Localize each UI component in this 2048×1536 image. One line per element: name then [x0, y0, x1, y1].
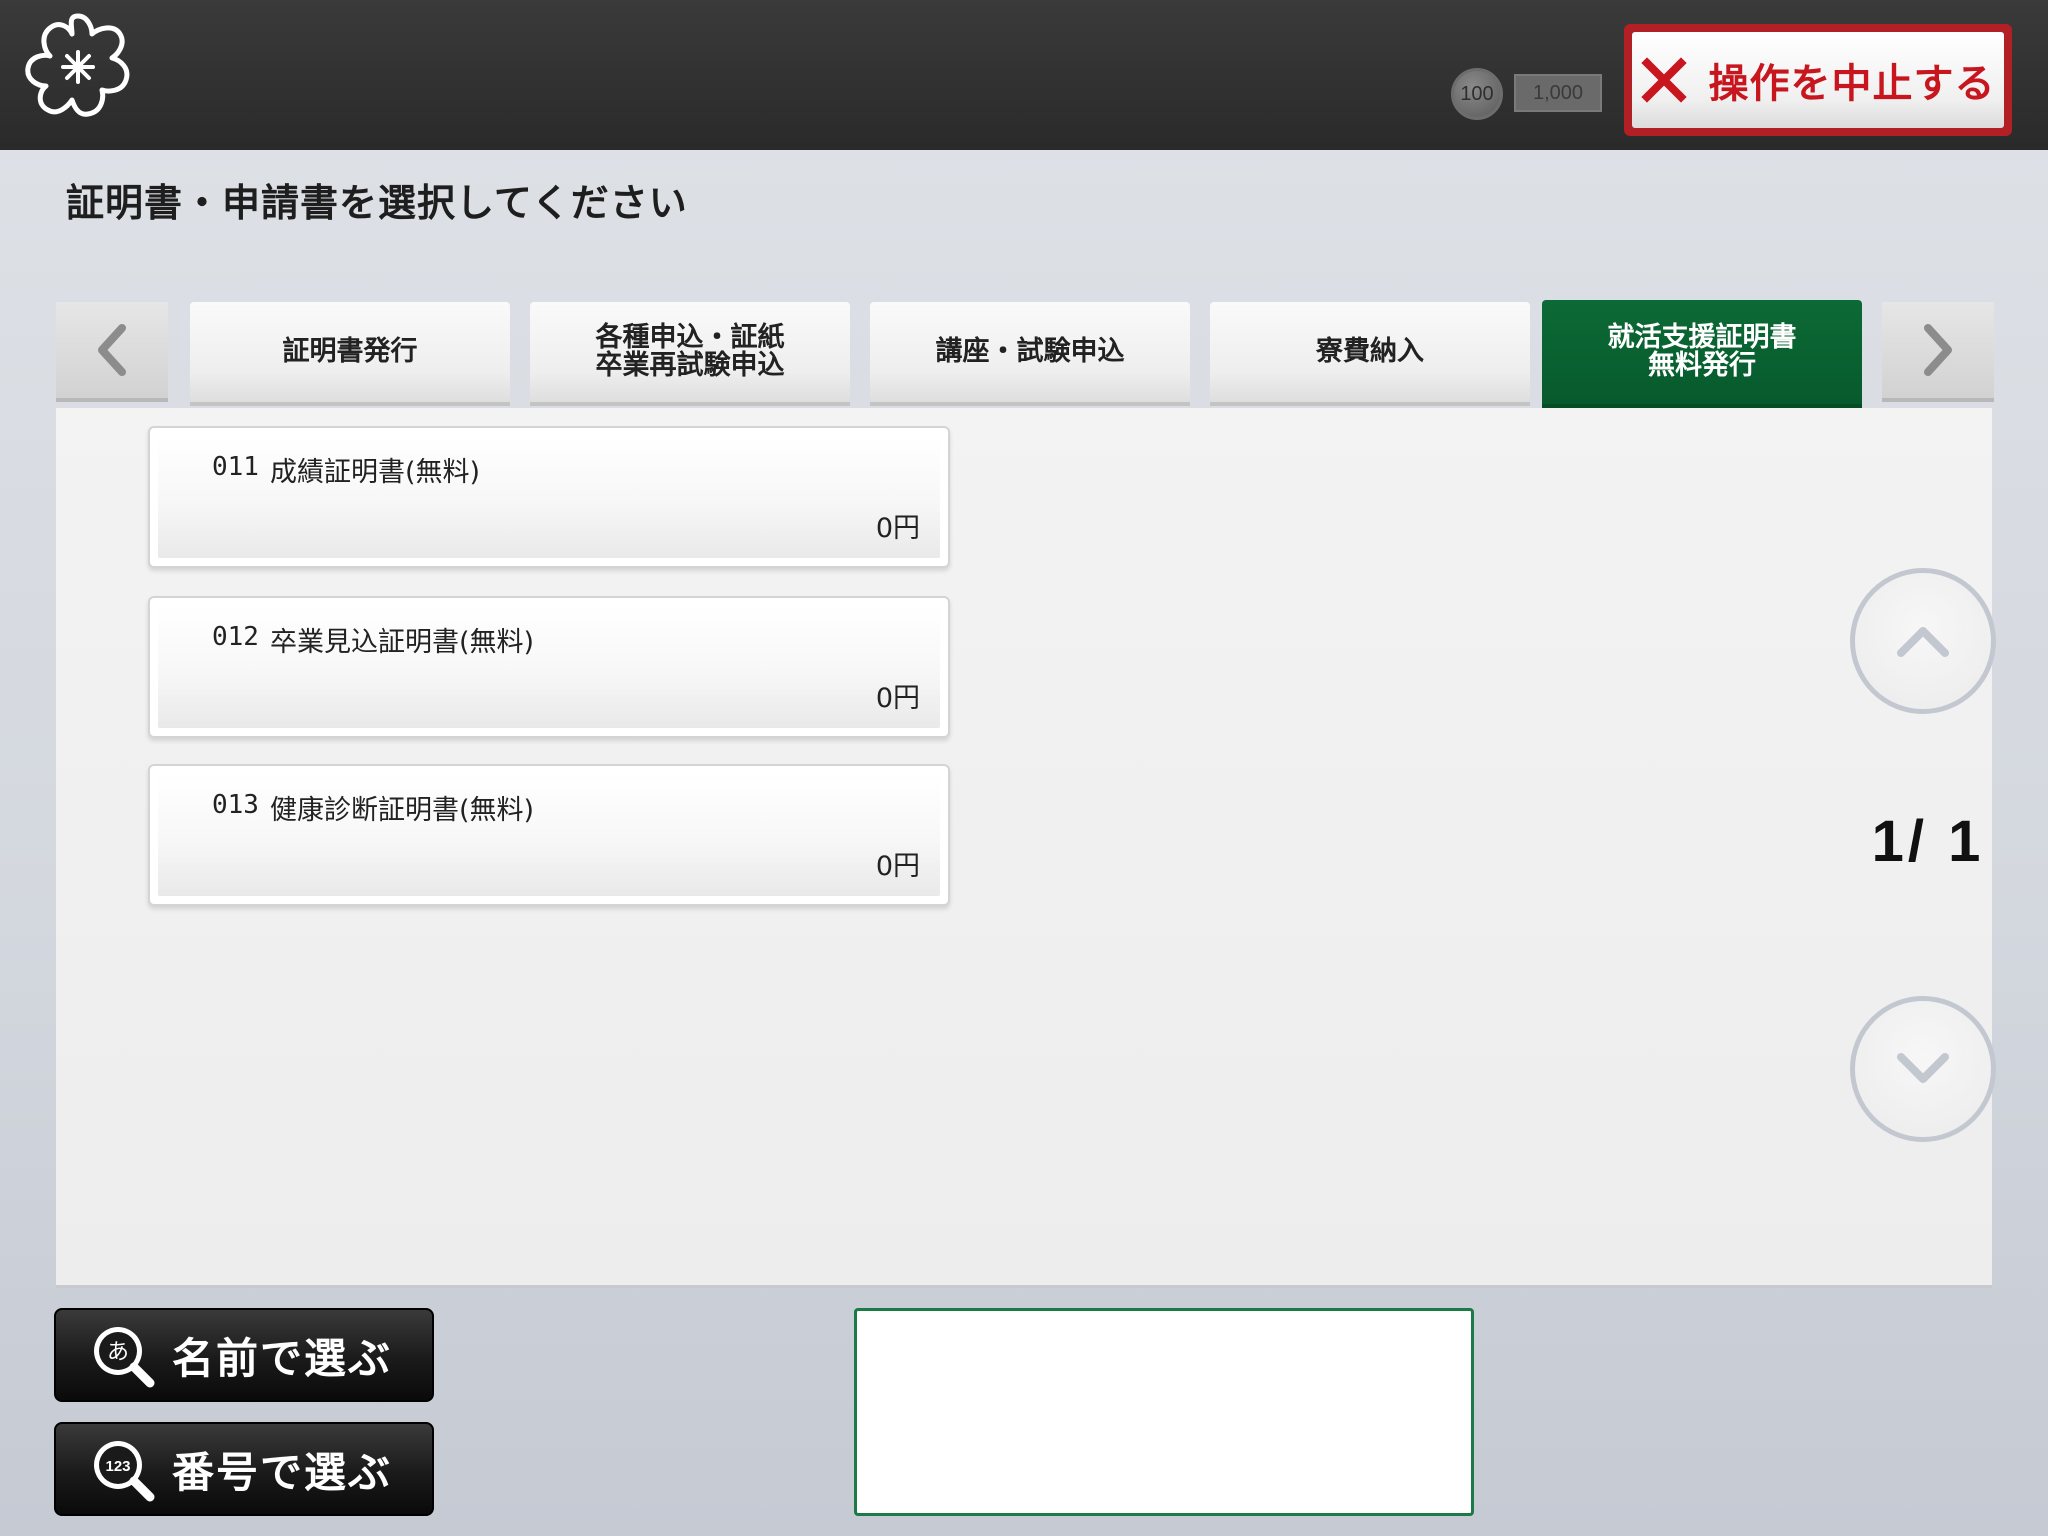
chevron-right-icon [1924, 324, 1952, 376]
list-item[interactable]: 013 健康診断証明書(無料) 0円 [148, 764, 950, 906]
item-name: 卒業見込証明書(無料) [270, 627, 535, 658]
list-item-face: 013 健康診断証明書(無料) 0円 [158, 774, 940, 896]
bill-1000-indicator: 1,000 [1514, 74, 1602, 112]
page-indicator: 1/ 1 [1871, 809, 1985, 874]
select-by-name-button[interactable]: あ 名前で選ぶ [54, 1308, 434, 1402]
select-by-number-button[interactable]: 123 番号で選ぶ [54, 1422, 434, 1516]
cancel-button-face: 操作を中止する [1632, 32, 2004, 128]
list-item-face: 011 成績証明書(無料) 0円 [158, 436, 940, 558]
cancel-operation-button[interactable]: 操作を中止する [1624, 24, 2012, 136]
kana-search-icon: あ [94, 1327, 155, 1388]
header-bar: 100 1,000 操作を中止する [0, 0, 2048, 150]
kana-icon-glyph: あ [107, 1340, 129, 1365]
item-name: 成績証明書(無料) [270, 457, 481, 488]
coin-100-indicator: 100 [1451, 68, 1503, 120]
sakura-logo-icon [22, 10, 134, 118]
tab-certificate-issue[interactable]: 証明書発行 [190, 302, 510, 406]
item-price: 0円 [875, 851, 920, 882]
tab-courses-exams[interactable]: 講座・試験申込 [870, 302, 1190, 406]
close-icon [1640, 57, 1687, 103]
list-item[interactable]: 012 卒業見込証明書(無料) 0円 [148, 596, 950, 738]
tab-prev-button[interactable] [56, 302, 168, 402]
chevron-left-icon [98, 324, 126, 376]
tab-applications-stamps[interactable]: 各種申込・証紙 卒業再試験申込 [530, 302, 850, 406]
tab-next-button[interactable] [1882, 302, 1994, 402]
tab-label-line1: 寮費納入 [1316, 336, 1424, 367]
select-by-name-label: 名前で選ぶ [172, 1333, 393, 1383]
chevron-up-icon [1897, 627, 1949, 657]
tab-dorm-fee[interactable]: 寮費納入 [1210, 302, 1530, 406]
tab-label-line2: 無料発行 [1648, 350, 1756, 381]
tab-label-line1: 講座・試験申込 [935, 336, 1125, 367]
select-by-number-label: 番号で選ぶ [172, 1447, 393, 1497]
item-code: 012 [212, 622, 259, 652]
item-price: 0円 [875, 683, 920, 714]
item-code: 011 [212, 452, 259, 482]
tab-label-line2: 卒業再試験申込 [595, 350, 785, 381]
item-name: 健康診断証明書(無料) [270, 795, 535, 826]
tab-label-line1: 就活支援証明書 [1607, 322, 1797, 353]
tab-label-line1: 証明書発行 [282, 336, 418, 367]
tab-label-line1: 各種申込・証紙 [595, 322, 785, 353]
item-list-panel: 011 成績証明書(無料) 0円 012 卒業見込証明書(無料) 0円 013 … [56, 408, 1996, 1288]
number-search-icon: 123 [94, 1441, 155, 1502]
chevron-down-icon [1897, 1053, 1949, 1083]
scroll-up-button[interactable] [1850, 568, 1996, 714]
page-title: 証明書・申請書を選択してください [66, 181, 688, 225]
scroll-down-button[interactable] [1850, 996, 1996, 1142]
list-item[interactable]: 011 成績証明書(無料) 0円 [148, 426, 950, 568]
cancel-button-label: 操作を中止する [1708, 61, 1996, 107]
list-item-face: 012 卒業見込証明書(無料) 0円 [158, 606, 940, 728]
message-box [854, 1308, 1474, 1516]
item-code: 013 [212, 790, 259, 820]
number-icon-glyph: 123 [105, 1458, 130, 1475]
item-price: 0円 [875, 513, 920, 544]
tab-job-support-free[interactable]: 就活支援証明書 無料発行 [1542, 300, 1862, 408]
